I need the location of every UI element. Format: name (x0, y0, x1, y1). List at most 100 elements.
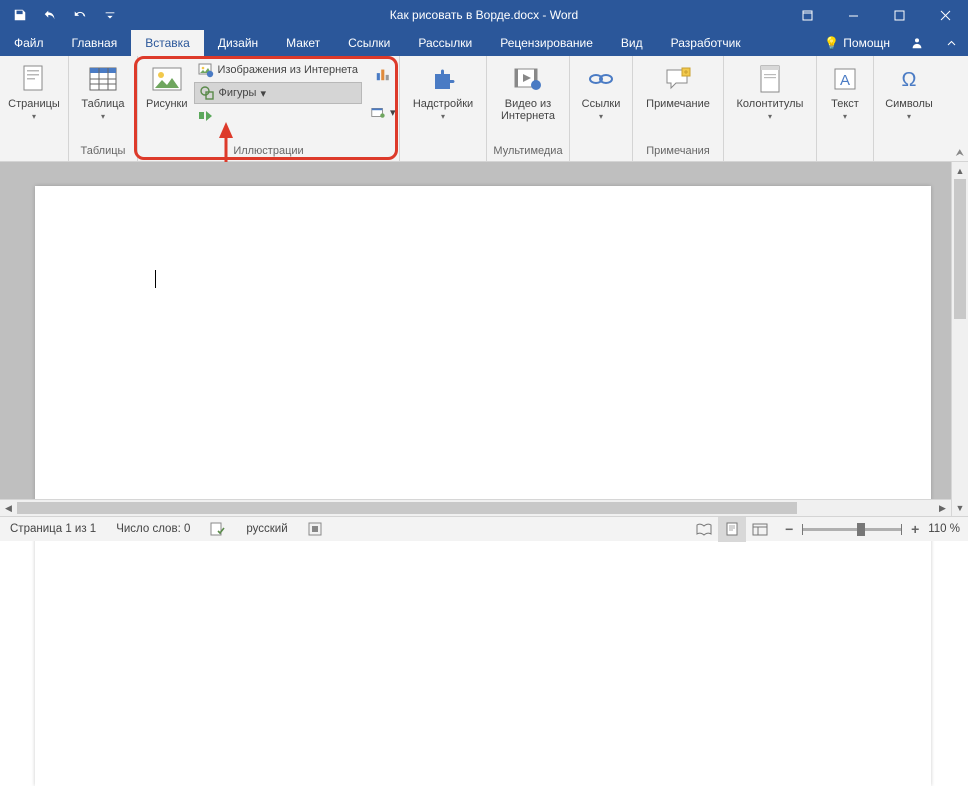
pictures-button[interactable]: Рисунки (144, 60, 190, 112)
tell-me-button[interactable]: 💡 Помощн (814, 30, 900, 56)
view-buttons (690, 517, 774, 542)
group-links: Ссылки▾ (570, 56, 633, 161)
zoom-handle[interactable] (857, 523, 865, 536)
group-addins: Надстройки▾ (400, 56, 487, 161)
title-bar: Как рисовать в Ворде.docx - Word (0, 0, 968, 30)
tab-insert[interactable]: Вставка (131, 30, 204, 56)
close-button[interactable] (922, 0, 968, 30)
online-video-label: Видео из Интернета (495, 98, 561, 122)
online-video-icon (511, 62, 545, 96)
zoom-out-button[interactable]: − (782, 521, 796, 537)
ribbon-display-button[interactable] (784, 0, 830, 30)
table-label: Таблица (81, 98, 124, 110)
tables-group-label: Таблицы (75, 145, 131, 159)
pages-button[interactable]: Страницы▾ (6, 60, 62, 123)
horizontal-scrollbar[interactable]: ◀ ▶ (0, 499, 951, 516)
scroll-right-button[interactable]: ▶ (934, 500, 951, 516)
addins-button[interactable]: Надстройки▾ (406, 60, 480, 123)
read-mode-button[interactable] (690, 517, 718, 542)
tab-mailings[interactable]: Рассылки (404, 30, 486, 56)
tab-file[interactable]: Файл (0, 30, 58, 56)
scroll-up-button[interactable]: ▲ (952, 162, 968, 179)
lightbulb-icon: 💡 (824, 36, 839, 50)
links-button[interactable]: Ссылки▾ (576, 60, 626, 123)
hscroll-thumb[interactable] (17, 502, 797, 514)
web-layout-button[interactable] (746, 517, 774, 542)
ribbon-tabs: Файл Главная Вставка Дизайн Макет Ссылки… (0, 30, 968, 56)
document-page[interactable] (35, 186, 931, 786)
group-comments: Примечание Примечания (633, 56, 724, 161)
addins-icon (426, 62, 460, 96)
page-count[interactable]: Страница 1 из 1 (0, 523, 106, 535)
comment-button[interactable]: Примечание (639, 60, 717, 112)
table-button[interactable]: Таблица▾ (75, 60, 131, 123)
pictures-icon (150, 62, 184, 96)
share-button[interactable] (900, 30, 934, 56)
macro-record-button[interactable] (298, 522, 332, 536)
word-count[interactable]: Число слов: 0 (106, 523, 200, 535)
tab-developer[interactable]: Разработчик (657, 30, 755, 56)
online-video-button[interactable]: Видео из Интернета (493, 60, 563, 124)
tab-review[interactable]: Рецензирование (486, 30, 607, 56)
screenshot-button[interactable]: ▾ (368, 102, 398, 122)
illustrations-group-label: Иллюстрации (144, 145, 393, 159)
group-text: A Текст▾ (817, 56, 874, 161)
print-layout-button[interactable] (718, 517, 746, 542)
undo-button[interactable] (36, 2, 64, 28)
collapse-ribbon-button[interactable] (934, 30, 968, 56)
shapes-button[interactable]: Фигуры ▾ (194, 82, 362, 104)
tab-references[interactable]: Ссылки (334, 30, 404, 56)
symbols-button[interactable]: Ω Символы▾ (880, 60, 938, 123)
online-pictures-button[interactable]: Изображения из Интернета (194, 60, 362, 80)
save-button[interactable] (6, 2, 34, 28)
group-media: Видео из Интернета Мультимедиа (487, 56, 570, 161)
vertical-scrollbar[interactable]: ▲ ▼ (951, 162, 968, 516)
group-headerfooter: Колонтитулы▾ (724, 56, 817, 161)
minimize-button[interactable] (830, 0, 876, 30)
zoom-in-button[interactable]: + (908, 521, 922, 537)
ribbon-collapse-pin[interactable]: ⮝ (956, 148, 965, 159)
text-button[interactable]: A Текст▾ (823, 60, 867, 123)
online-pictures-label: Изображения из Интернета (218, 64, 358, 76)
tab-home[interactable]: Главная (58, 30, 132, 56)
links-label: Ссылки (582, 98, 621, 110)
maximize-button[interactable] (876, 0, 922, 30)
group-pages: Страницы▾ (0, 56, 69, 161)
text-label: Текст (831, 98, 859, 110)
smartart-icon (198, 108, 214, 124)
comment-icon (661, 62, 695, 96)
tab-view[interactable]: Вид (607, 30, 657, 56)
scroll-down-button[interactable]: ▼ (952, 499, 968, 516)
chevron-down-icon: ▾ (390, 106, 396, 119)
headerfooter-label: Колонтитулы (737, 98, 804, 110)
chevron-down-icon: ▾ (260, 87, 266, 100)
symbols-label: Символы (885, 98, 933, 110)
ribbon: Страницы▾ Таблица▾ Таблицы Рисунки Изобр… (0, 56, 968, 162)
online-pictures-icon (198, 62, 214, 78)
comments-group-label: Примечания (639, 145, 717, 159)
smartart-button[interactable] (194, 106, 362, 126)
group-symbols: Ω Символы▾ (874, 56, 944, 161)
symbols-icon: Ω (892, 62, 926, 96)
spell-check-button[interactable] (200, 522, 236, 536)
headerfooter-button[interactable]: Колонтитулы▾ (730, 60, 810, 123)
screenshot-icon (370, 104, 386, 120)
zoom-slider[interactable] (802, 528, 902, 531)
qat-customize-button[interactable] (96, 2, 124, 28)
quick-access-toolbar (0, 2, 124, 28)
page-icon (17, 62, 51, 96)
language-button[interactable]: русский (236, 523, 297, 535)
pictures-label: Рисунки (146, 98, 188, 110)
zoom-level[interactable]: 110 % (928, 523, 960, 535)
redo-button[interactable] (66, 2, 94, 28)
chart-icon (375, 66, 391, 82)
tab-layout[interactable]: Макет (272, 30, 334, 56)
chart-button[interactable] (373, 64, 393, 84)
vscroll-thumb[interactable] (954, 179, 966, 319)
headerfooter-icon (753, 62, 787, 96)
tab-design[interactable]: Дизайн (204, 30, 272, 56)
scroll-left-button[interactable]: ◀ (0, 500, 17, 516)
svg-text:Ω: Ω (902, 69, 917, 91)
document-area: ▲ ▼ ◀ ▶ (0, 162, 968, 516)
table-icon (86, 62, 120, 96)
